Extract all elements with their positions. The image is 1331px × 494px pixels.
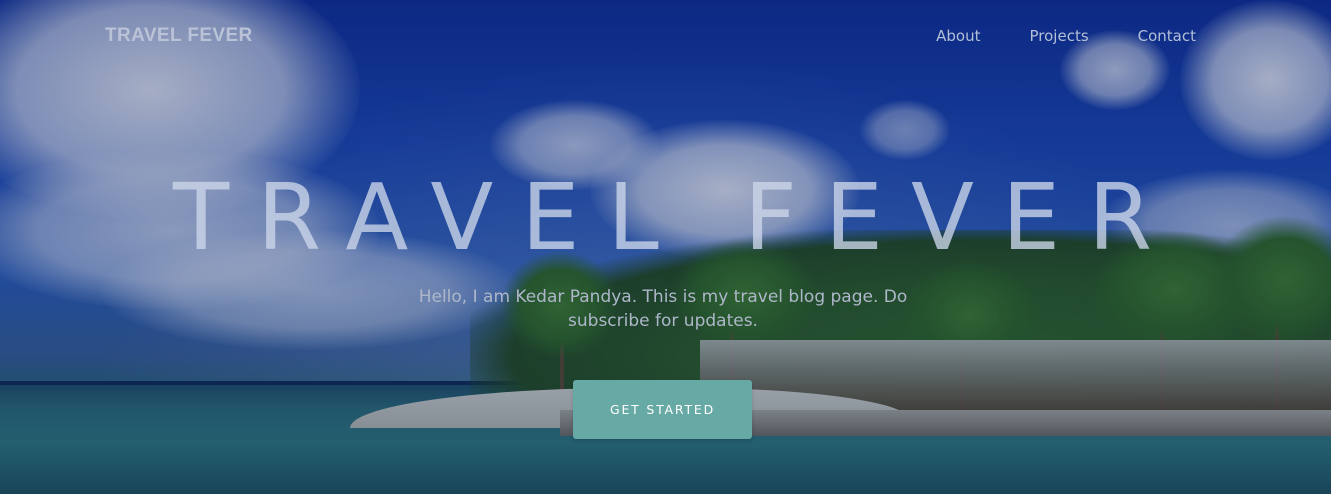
- brand-logo-link[interactable]: TRAVEL FEVER: [105, 25, 253, 47]
- hero-section: TRAVEL FEVER About Projects Contact TRAV…: [0, 0, 1331, 494]
- nav-links: About Projects Contact: [887, 27, 1196, 45]
- hero-tagline: Hello, I am Kedar Pandya. This is my tra…: [418, 287, 908, 331]
- nav-link-projects[interactable]: Projects: [1030, 27, 1089, 45]
- nav-link-about[interactable]: About: [936, 27, 980, 45]
- get-started-button[interactable]: GET STARTED: [573, 380, 752, 439]
- nav-link-contact[interactable]: Contact: [1138, 27, 1196, 45]
- top-navbar: TRAVEL FEVER About Projects Contact: [0, 0, 1331, 72]
- hero-headline: TRAVEL FEVER: [172, 164, 1181, 271]
